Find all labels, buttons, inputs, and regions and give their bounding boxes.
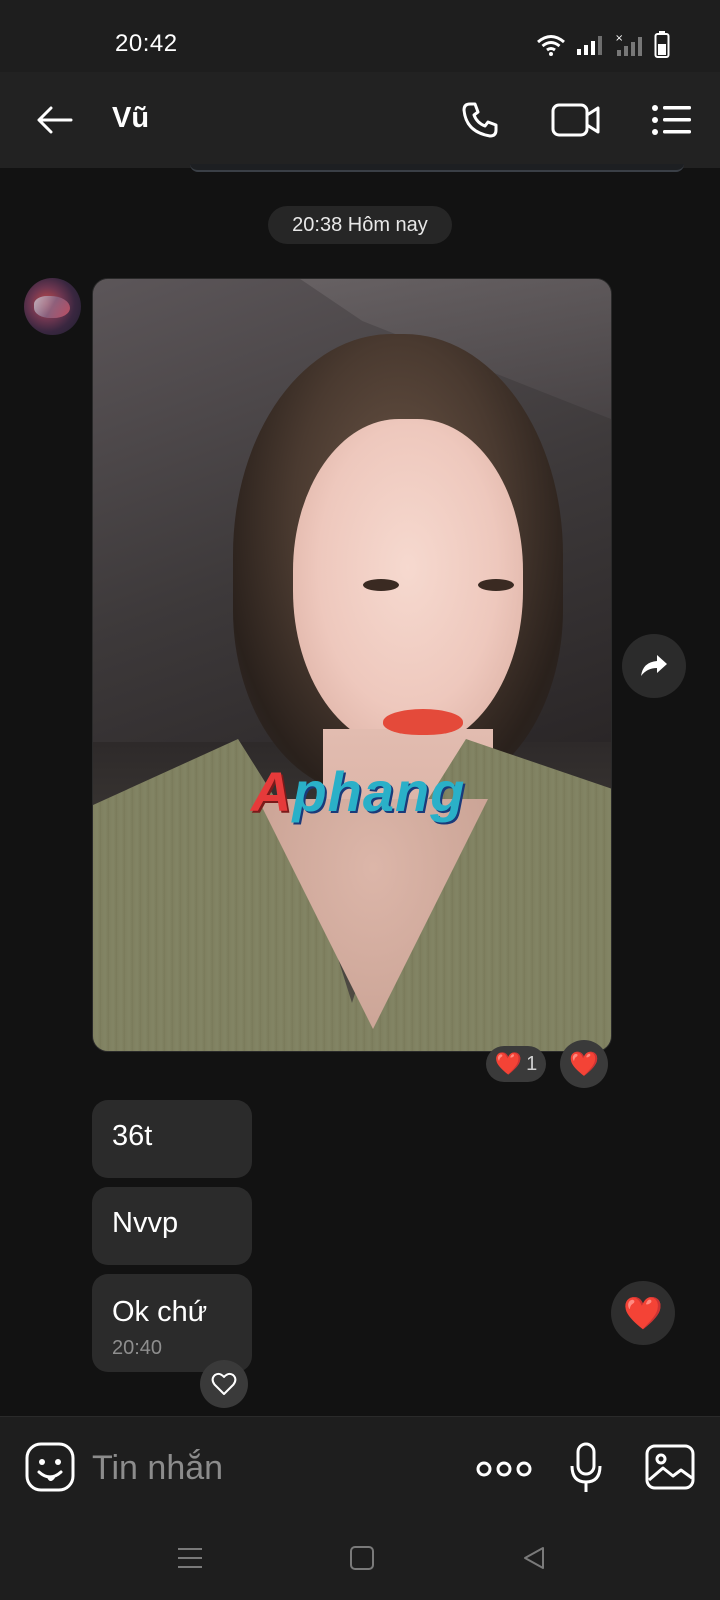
- heart-icon: ❤️: [569, 1050, 599, 1078]
- heart-icon: ❤️: [494, 1051, 523, 1076]
- system-nav-bar: [0, 1518, 720, 1600]
- message-text: 36t: [112, 1120, 153, 1152]
- more-options-button[interactable]: [474, 1449, 534, 1489]
- chat-menu-button[interactable]: [644, 94, 700, 146]
- message-bubble[interactable]: Nvvp: [92, 1187, 252, 1265]
- system-back-button[interactable]: [514, 1538, 554, 1578]
- chat-header: Vũ: [0, 72, 720, 168]
- arrow-left-icon: [37, 106, 73, 134]
- voice-call-button[interactable]: [452, 94, 508, 146]
- status-time: 20:42: [115, 30, 178, 57]
- message-bubble[interactable]: Ok chứ 20:40: [92, 1274, 252, 1372]
- battery-icon: [654, 31, 670, 58]
- gallery-button[interactable]: [644, 1441, 696, 1493]
- phone-icon: [462, 102, 498, 138]
- message-like-button[interactable]: [200, 1360, 248, 1408]
- message-input-bar: [0, 1416, 720, 1518]
- watermark-first-letter: A: [251, 760, 293, 823]
- contact-name[interactable]: Vũ: [112, 102, 149, 135]
- list-menu-icon: [652, 105, 691, 135]
- image-icon: [645, 1444, 695, 1490]
- back-triangle-icon: [524, 1547, 544, 1569]
- video-camera-icon: [551, 103, 600, 137]
- chat-screen: 20:42 × Vũ 20:38 Hôm nay Aphang ❤️ 1 ❤️ …: [0, 0, 720, 1600]
- pinned-bar-edge: [190, 164, 684, 172]
- message-text: Ok chứ: [112, 1296, 208, 1328]
- heart-icon: ❤️: [623, 1295, 663, 1331]
- svg-text:×: ×: [615, 33, 623, 44]
- recents-menu-icon: [178, 1548, 202, 1568]
- share-arrow-icon: [641, 655, 667, 676]
- more-dots-icon: [476, 1461, 532, 1477]
- status-bar: 20:42 ×: [0, 0, 720, 72]
- home-square-icon: [350, 1546, 374, 1570]
- photo-watermark: Aphang: [251, 759, 465, 824]
- photo-eye-right: [478, 579, 514, 591]
- voice-record-button[interactable]: [566, 1439, 606, 1497]
- date-separator: 20:38 Hôm nay: [268, 206, 452, 244]
- photo-eye-left: [363, 579, 399, 591]
- quick-reaction-button[interactable]: ❤️: [611, 1281, 675, 1345]
- message-input[interactable]: [92, 1443, 432, 1493]
- back-button[interactable]: [28, 96, 80, 144]
- heart-outline-icon: [211, 1372, 237, 1395]
- photo-message[interactable]: Aphang: [92, 278, 612, 1052]
- message-text: Nvvp: [112, 1207, 179, 1239]
- wifi-icon: [537, 35, 565, 56]
- photo-lips: [383, 709, 463, 735]
- photo-react-button[interactable]: ❤️: [560, 1040, 608, 1088]
- microphone-icon: [570, 1442, 602, 1492]
- signal-no-service-icon: ×: [615, 33, 642, 56]
- message-time: 20:40: [112, 1337, 163, 1359]
- reaction-count: 1: [526, 1052, 538, 1075]
- home-button[interactable]: [342, 1538, 382, 1578]
- sticker-button[interactable]: [24, 1441, 76, 1493]
- video-call-button[interactable]: [548, 94, 604, 146]
- recents-button[interactable]: [170, 1538, 210, 1578]
- watermark-rest: phang: [292, 760, 466, 823]
- contact-avatar[interactable]: [24, 278, 81, 335]
- share-button[interactable]: [622, 634, 686, 698]
- photo-reaction-count[interactable]: ❤️ 1: [486, 1046, 546, 1082]
- status-icons: ×: [536, 30, 670, 60]
- sticker-face-icon: [25, 1442, 75, 1492]
- message-bubble[interactable]: 36t: [92, 1100, 252, 1178]
- signal-icon: [577, 36, 602, 55]
